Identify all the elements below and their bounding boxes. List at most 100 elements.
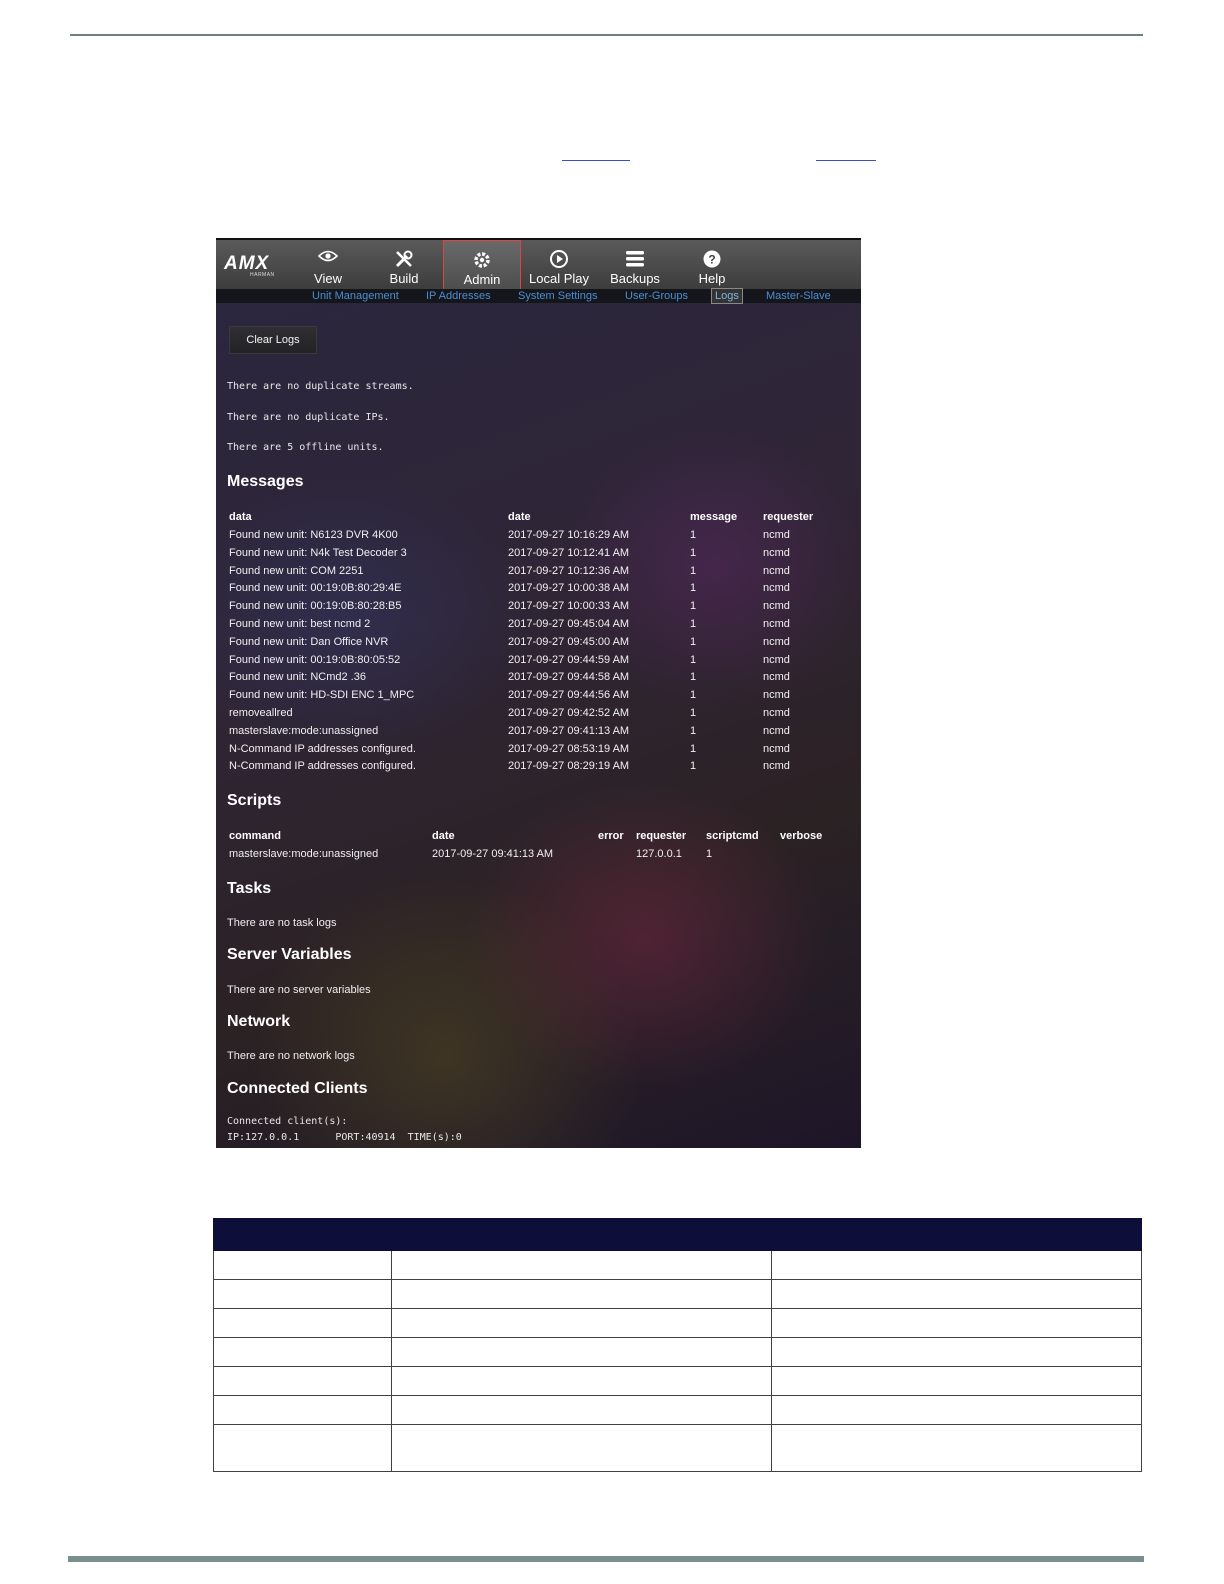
subnav-ip-addresses[interactable]: IP Addresses — [426, 289, 491, 303]
column-header-date: date — [432, 830, 455, 842]
message-row-data: masterslave:mode:unassigned — [229, 724, 379, 737]
message-row-data: Found new unit: COM 2251 — [229, 564, 364, 577]
message-row-message: 1 — [690, 707, 697, 719]
message-row-date: 2017-09-27 09:45:00 AM — [508, 635, 630, 648]
message-row-data: Found new unit: 00:19:0B:80:28:B5 — [229, 600, 402, 613]
table-row — [212, 1395, 1142, 1425]
message-row-date: 2017-09-27 10:00:33 AM — [508, 600, 630, 613]
nav-admin[interactable]: Admin — [443, 240, 521, 291]
message-row-message: 1 — [690, 618, 697, 630]
column-header-message: message — [690, 511, 738, 523]
message-row-data: N-Command IP addresses configured. — [229, 742, 416, 755]
eye-icon — [294, 249, 362, 269]
message-row-message: 1 — [690, 724, 697, 737]
message-row-requester: ncmd — [763, 671, 790, 684]
table-row — [212, 1337, 1142, 1367]
message-row-date: 2017-09-27 08:29:19 AM — [508, 760, 630, 773]
message-row-date: 2017-09-27 10:12:36 AM — [508, 564, 630, 577]
table-row — [212, 1250, 1142, 1280]
header-rule — [70, 34, 1143, 36]
tools-icon — [368, 249, 440, 269]
subnav-master-slave[interactable]: Master-Slave — [766, 289, 831, 303]
message-row-data: Found new unit: 00:19:0B:80:29:4E — [229, 582, 402, 595]
message-row-message: 1 — [690, 671, 697, 684]
script-row-requester: 127.0.0.1 — [636, 848, 682, 860]
table-row — [212, 1424, 1142, 1472]
network-empty-text: There are no network logs — [227, 1050, 355, 1062]
column-header-scriptcmd: scriptcmd — [706, 830, 759, 842]
top-nav-bar: AMX HARMAN View Build Admin Local Play B… — [216, 238, 861, 291]
message-row-data: Found new unit: Dan Office NVR — [229, 635, 389, 648]
script-row-scriptcmd: 1 — [706, 848, 713, 860]
message-row-requester: ncmd — [763, 635, 790, 648]
subnav-logs[interactable]: Logs — [711, 288, 743, 304]
message-row-date: 2017-09-27 10:00:38 AM — [508, 582, 630, 595]
column-header-verbose: verbose — [780, 830, 823, 842]
message-row-message: 1 — [690, 564, 697, 577]
svg-text:?: ? — [708, 253, 715, 267]
gear-icon — [444, 250, 520, 270]
connected-client-row: IP:127.0.0.1 PORT:40914 TIME(s):0 — [227, 1132, 462, 1143]
message-row-message: 1 — [690, 635, 697, 648]
column-header-requester: requester — [636, 830, 687, 842]
status-duplicate-ips: There are no duplicate IPs. — [227, 412, 390, 423]
tasks-empty-text: There are no task logs — [227, 917, 337, 929]
logs-page-screenshot: AMX HARMAN View Build Admin Local Play B… — [216, 238, 861, 1148]
message-row-requester: ncmd — [763, 600, 790, 613]
admin-subnav: Unit Management IP Addresses System Sett… — [216, 288, 861, 304]
hyperlink-underline[interactable] — [562, 160, 630, 161]
message-row-message: 1 — [690, 546, 697, 559]
stack-icon — [602, 249, 668, 269]
connected-clients-label: Connected client(s): — [227, 1116, 348, 1127]
message-row-data: Found new unit: HD-SDI ENC 1_MPC — [229, 689, 415, 702]
script-row-command: masterslave:mode:unassigned — [229, 848, 379, 860]
network-heading: Network — [227, 1013, 291, 1030]
tasks-heading: Tasks — [227, 880, 272, 897]
nav-local-play[interactable]: Local Play — [524, 240, 594, 290]
status-offline-units: There are 5 offline units. — [227, 442, 384, 453]
message-row-date: 2017-09-27 09:45:04 AM — [508, 618, 630, 630]
message-row-requester: ncmd — [763, 529, 790, 541]
message-row-requester: ncmd — [763, 564, 790, 577]
message-row-date: 2017-09-27 09:44:58 AM — [508, 671, 630, 684]
message-row-message: 1 — [690, 760, 697, 773]
server-variables-heading: Server Variables — [227, 946, 352, 963]
footer-rule — [68, 1556, 1144, 1562]
nav-build[interactable]: Build — [368, 240, 440, 290]
hyperlink-underline[interactable] — [816, 160, 876, 161]
subnav-unit-management[interactable]: Unit Management — [312, 289, 399, 303]
table-row — [212, 1308, 1142, 1338]
column-header-date: date — [508, 511, 531, 523]
message-row-requester: ncmd — [763, 742, 790, 755]
nav-help[interactable]: ? Help — [682, 240, 742, 290]
message-row-requester: ncmd — [763, 760, 790, 773]
message-row-data: Found new unit: 00:19:0B:80:05:52 — [229, 653, 401, 666]
message-row-date: 2017-09-27 09:44:56 AM — [508, 689, 630, 702]
message-row-requester: ncmd — [763, 618, 790, 630]
message-row-data: Found new unit: NCmd2 .36 — [229, 671, 366, 684]
message-row-date: 2017-09-27 09:44:59 AM — [508, 653, 630, 666]
clear-logs-button[interactable]: Clear Logs — [229, 326, 317, 354]
table-header-row — [212, 1218, 1142, 1251]
scripts-heading: Scripts — [227, 792, 282, 809]
document-table — [212, 1218, 1142, 1472]
column-header-requester: requester — [763, 511, 814, 523]
message-row-date: 2017-09-27 09:41:13 AM — [508, 724, 630, 737]
nav-view[interactable]: View — [294, 240, 362, 290]
message-row-requester: ncmd — [763, 689, 790, 702]
messages-heading: Messages — [227, 473, 304, 490]
message-row-message: 1 — [690, 600, 697, 613]
message-row-message: 1 — [690, 582, 697, 595]
column-header-command: command — [229, 830, 281, 842]
message-row-requester: ncmd — [763, 724, 790, 737]
message-row-message: 1 — [690, 529, 697, 541]
message-row-date: 2017-09-27 10:12:41 AM — [508, 546, 630, 559]
subnav-user-groups[interactable]: User-Groups — [625, 289, 688, 303]
message-row-data: Found new unit: N6123 DVR 4K00 — [229, 529, 398, 541]
table-row — [212, 1366, 1142, 1396]
nav-backups[interactable]: Backups — [602, 240, 668, 290]
subnav-system-settings[interactable]: System Settings — [518, 289, 597, 303]
play-circle-icon — [524, 249, 594, 269]
help-icon: ? — [682, 249, 742, 269]
message-row-requester: ncmd — [763, 653, 790, 666]
